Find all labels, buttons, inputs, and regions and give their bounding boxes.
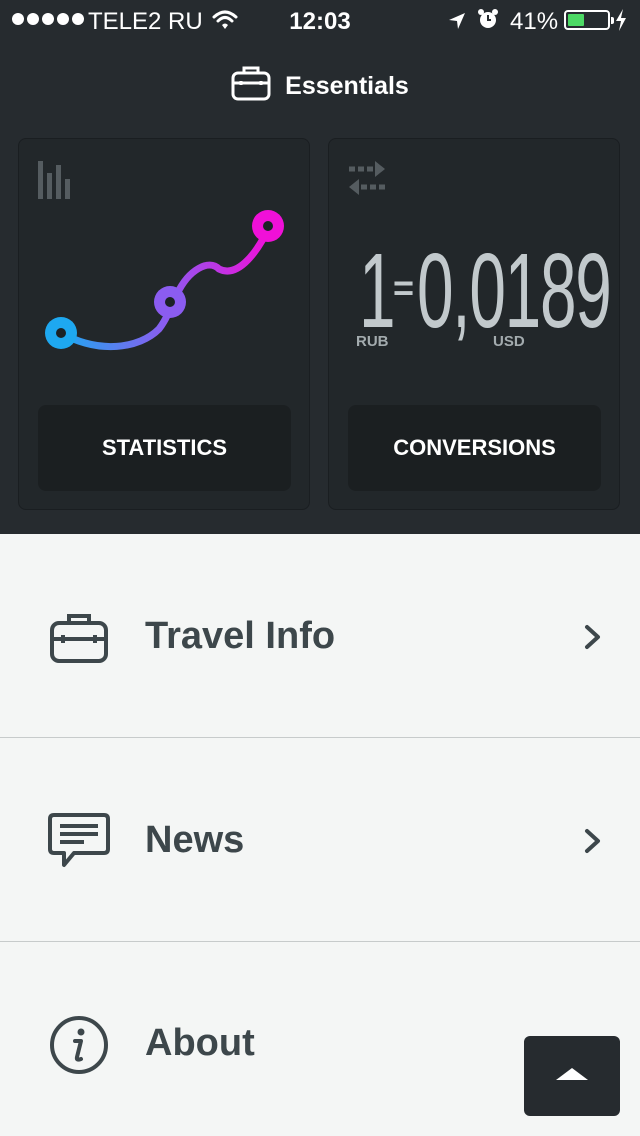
menu-item-news[interactable]: News	[0, 739, 640, 942]
menu-item-label: Travel Info	[145, 615, 336, 657]
briefcase-icon	[48, 607, 110, 669]
briefcase-icon	[231, 65, 271, 108]
menu-item-label: News	[145, 819, 245, 861]
charging-bolt-icon	[615, 9, 627, 38]
chevron-right-icon	[582, 623, 604, 656]
statistics-graph	[45, 210, 284, 351]
graph-point-middle	[154, 286, 186, 318]
title-text: Essentials	[285, 71, 409, 100]
equals-sign: =	[393, 267, 415, 308]
location-arrow-icon	[447, 10, 467, 38]
battery-fill	[568, 14, 584, 26]
menu-item-label: About	[145, 1022, 255, 1064]
currency-to: USD	[493, 333, 525, 350]
info-icon	[48, 1014, 110, 1076]
graph-point-end	[252, 210, 284, 242]
dashboard-panel: TELE2 RU 12:03 41% Essentials STATISTICS…	[0, 0, 640, 534]
page-title: Essentials	[0, 64, 640, 108]
caret-up-icon	[555, 1066, 589, 1087]
currency-from: RUB	[356, 333, 389, 350]
menu-item-travel-info[interactable]: Travel Info	[0, 535, 640, 738]
conversion-readout: 1 = 0,0189 RUB USD	[329, 139, 621, 399]
status-bar: TELE2 RU 12:03 41%	[0, 0, 640, 40]
conversions-button[interactable]: CONVERSIONS	[348, 405, 601, 491]
alarm-clock-icon	[477, 8, 499, 37]
chevron-right-icon	[582, 827, 604, 860]
statistics-card[interactable]: STATISTICS	[18, 138, 310, 510]
statistics-button[interactable]: STATISTICS	[38, 405, 291, 491]
conversions-card[interactable]: 1 = 0,0189 RUB USD CONVERSIONS	[328, 138, 620, 510]
graph-point-start	[45, 317, 77, 349]
battery-icon	[564, 10, 614, 30]
speech-bubble-icon	[48, 811, 110, 873]
battery-percentage: 41%	[510, 8, 559, 35]
scroll-to-top-button[interactable]	[524, 1036, 620, 1116]
